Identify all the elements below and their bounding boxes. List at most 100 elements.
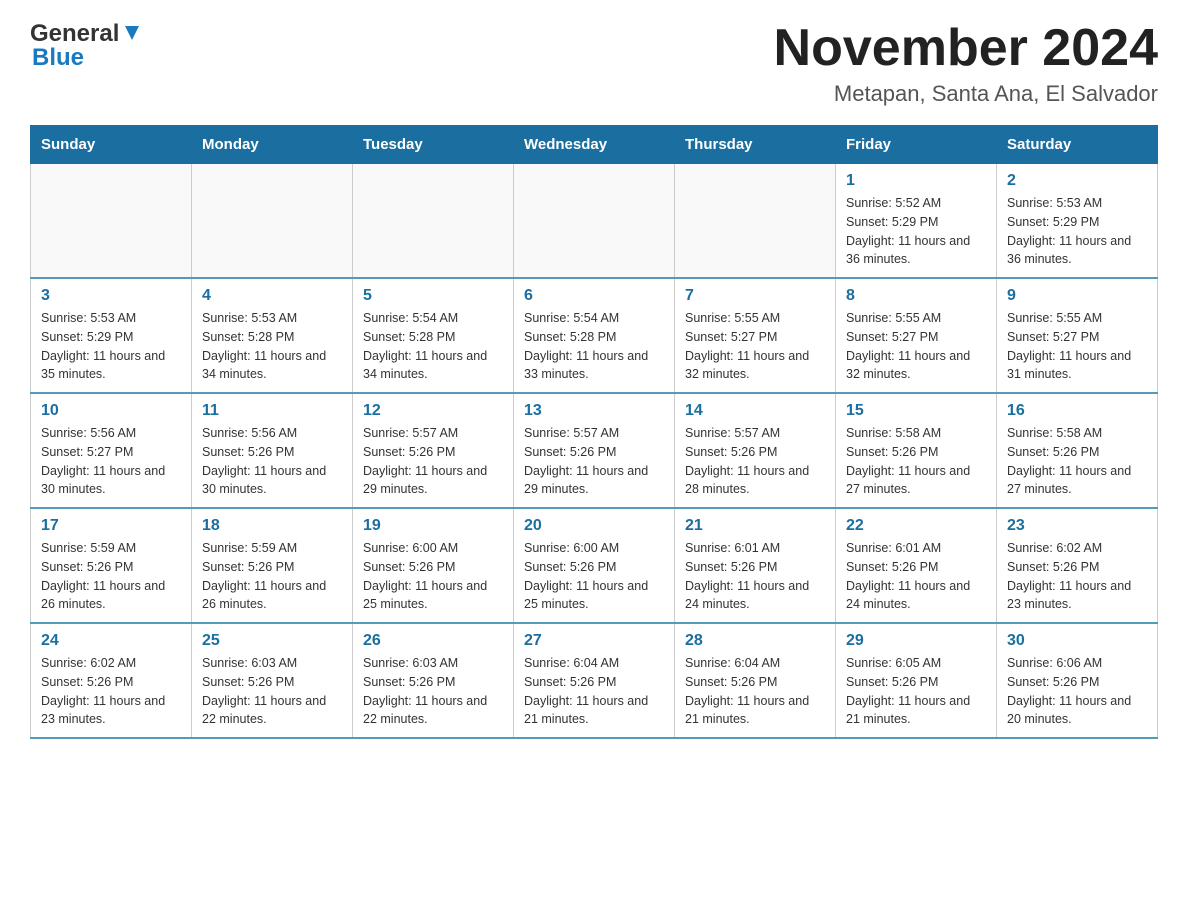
day-number: 30 xyxy=(1007,632,1147,650)
day-info: Sunrise: 5:53 AM Sunset: 5:28 PM Dayligh… xyxy=(202,309,342,384)
calendar-day-header: Saturday xyxy=(997,126,1158,164)
calendar-day-cell: 2 Sunrise: 5:53 AM Sunset: 5:29 PM Daylig… xyxy=(997,164,1158,279)
day-info: Sunrise: 5:57 AM Sunset: 5:26 PM Dayligh… xyxy=(524,424,664,499)
calendar-day-cell: 8 Sunrise: 5:55 AM Sunset: 5:27 PM Daylig… xyxy=(836,278,997,393)
calendar-day-cell: 14 Sunrise: 5:57 AM Sunset: 5:26 PM Dayli… xyxy=(675,393,836,508)
day-number: 27 xyxy=(524,632,664,650)
calendar-day-cell: 18Sunrise: 5:59 AM Sunset: 5:26 PM Dayli… xyxy=(192,508,353,623)
calendar-day-cell: 19Sunrise: 6:00 AM Sunset: 5:26 PM Dayli… xyxy=(353,508,514,623)
day-info: Sunrise: 6:01 AM Sunset: 5:26 PM Dayligh… xyxy=(685,539,825,614)
day-number: 11 xyxy=(202,402,342,420)
day-info: Sunrise: 6:04 AM Sunset: 5:26 PM Dayligh… xyxy=(685,654,825,729)
day-number: 29 xyxy=(846,632,986,650)
day-number: 14 xyxy=(685,402,825,420)
day-info: Sunrise: 6:01 AM Sunset: 5:26 PM Dayligh… xyxy=(846,539,986,614)
calendar-day-cell: 22 Sunrise: 6:01 AM Sunset: 5:26 PM Dayli… xyxy=(836,508,997,623)
day-number: 7 xyxy=(685,287,825,305)
calendar-day-cell: 6Sunrise: 5:54 AM Sunset: 5:28 PM Daylig… xyxy=(514,278,675,393)
day-number: 25 xyxy=(202,632,342,650)
day-info: Sunrise: 5:56 AM Sunset: 5:26 PM Dayligh… xyxy=(202,424,342,499)
calendar-day-cell: 4 Sunrise: 5:53 AM Sunset: 5:28 PM Daylig… xyxy=(192,278,353,393)
day-info: Sunrise: 5:58 AM Sunset: 5:26 PM Dayligh… xyxy=(846,424,986,499)
calendar-header-row: SundayMondayTuesdayWednesdayThursdayFrid… xyxy=(31,126,1158,164)
day-info: Sunrise: 5:59 AM Sunset: 5:26 PM Dayligh… xyxy=(202,539,342,614)
day-info: Sunrise: 6:03 AM Sunset: 5:26 PM Dayligh… xyxy=(202,654,342,729)
day-number: 20 xyxy=(524,517,664,535)
calendar-day-cell: 12 Sunrise: 5:57 AM Sunset: 5:26 PM Dayli… xyxy=(353,393,514,508)
day-number: 21 xyxy=(685,517,825,535)
day-number: 22 xyxy=(846,517,986,535)
calendar-day-cell: 1 Sunrise: 5:52 AM Sunset: 5:29 PM Daylig… xyxy=(836,164,997,279)
calendar-table: SundayMondayTuesdayWednesdayThursdayFrid… xyxy=(30,125,1158,739)
calendar-day-cell: 7 Sunrise: 5:55 AM Sunset: 5:27 PM Daylig… xyxy=(675,278,836,393)
day-info: Sunrise: 6:04 AM Sunset: 5:26 PM Dayligh… xyxy=(524,654,664,729)
day-info: Sunrise: 5:57 AM Sunset: 5:26 PM Dayligh… xyxy=(363,424,503,499)
calendar-day-cell xyxy=(192,164,353,279)
calendar-day-cell: 21 Sunrise: 6:01 AM Sunset: 5:26 PM Dayli… xyxy=(675,508,836,623)
day-info: Sunrise: 5:55 AM Sunset: 5:27 PM Dayligh… xyxy=(685,309,825,384)
day-number: 16 xyxy=(1007,402,1147,420)
day-info: Sunrise: 6:06 AM Sunset: 5:26 PM Dayligh… xyxy=(1007,654,1147,729)
day-info: Sunrise: 6:02 AM Sunset: 5:26 PM Dayligh… xyxy=(41,654,181,729)
day-number: 23 xyxy=(1007,517,1147,535)
day-number: 9 xyxy=(1007,287,1147,305)
day-number: 5 xyxy=(363,287,503,305)
day-number: 1 xyxy=(846,172,986,190)
calendar-day-header: Monday xyxy=(192,126,353,164)
day-info: Sunrise: 5:56 AM Sunset: 5:27 PM Dayligh… xyxy=(41,424,181,499)
calendar-day-cell: 23 Sunrise: 6:02 AM Sunset: 5:26 PM Dayli… xyxy=(997,508,1158,623)
day-number: 15 xyxy=(846,402,986,420)
calendar-day-cell xyxy=(31,164,192,279)
day-info: Sunrise: 5:53 AM Sunset: 5:29 PM Dayligh… xyxy=(41,309,181,384)
calendar-day-header: Friday xyxy=(836,126,997,164)
calendar-day-cell: 16 Sunrise: 5:58 AM Sunset: 5:26 PM Dayli… xyxy=(997,393,1158,508)
day-number: 8 xyxy=(846,287,986,305)
day-number: 10 xyxy=(41,402,181,420)
calendar-day-cell: 26 Sunrise: 6:03 AM Sunset: 5:26 PM Dayli… xyxy=(353,623,514,738)
calendar-day-cell xyxy=(675,164,836,279)
page-header: General Blue November 2024 Metapan, Sant… xyxy=(30,20,1158,107)
day-info: Sunrise: 5:55 AM Sunset: 5:27 PM Dayligh… xyxy=(846,309,986,384)
calendar-day-header: Thursday xyxy=(675,126,836,164)
calendar-day-cell: 17 Sunrise: 5:59 AM Sunset: 5:26 PM Dayli… xyxy=(31,508,192,623)
day-info: Sunrise: 6:00 AM Sunset: 5:26 PM Dayligh… xyxy=(363,539,503,614)
calendar-day-cell: 20 Sunrise: 6:00 AM Sunset: 5:26 PM Dayli… xyxy=(514,508,675,623)
calendar-subtitle: Metapan, Santa Ana, El Salvador xyxy=(774,81,1158,107)
calendar-day-cell xyxy=(514,164,675,279)
calendar-day-cell: 13 Sunrise: 5:57 AM Sunset: 5:26 PM Dayli… xyxy=(514,393,675,508)
calendar-week-row: 3Sunrise: 5:53 AM Sunset: 5:29 PM Daylig… xyxy=(31,278,1158,393)
calendar-title: November 2024 xyxy=(774,20,1158,77)
calendar-day-cell xyxy=(353,164,514,279)
day-info: Sunrise: 5:53 AM Sunset: 5:29 PM Dayligh… xyxy=(1007,194,1147,269)
calendar-day-header: Wednesday xyxy=(514,126,675,164)
logo-arrow-icon xyxy=(121,22,143,44)
day-number: 12 xyxy=(363,402,503,420)
calendar-day-cell: 11 Sunrise: 5:56 AM Sunset: 5:26 PM Dayli… xyxy=(192,393,353,508)
day-info: Sunrise: 6:00 AM Sunset: 5:26 PM Dayligh… xyxy=(524,539,664,614)
day-info: Sunrise: 5:57 AM Sunset: 5:26 PM Dayligh… xyxy=(685,424,825,499)
day-info: Sunrise: 6:02 AM Sunset: 5:26 PM Dayligh… xyxy=(1007,539,1147,614)
calendar-week-row: 1 Sunrise: 5:52 AM Sunset: 5:29 PM Daylig… xyxy=(31,164,1158,279)
calendar-day-cell: 3Sunrise: 5:53 AM Sunset: 5:29 PM Daylig… xyxy=(31,278,192,393)
day-info: Sunrise: 6:03 AM Sunset: 5:26 PM Dayligh… xyxy=(363,654,503,729)
calendar-day-cell: 27 Sunrise: 6:04 AM Sunset: 5:26 PM Dayli… xyxy=(514,623,675,738)
day-number: 4 xyxy=(202,287,342,305)
calendar-day-cell: 9Sunrise: 5:55 AM Sunset: 5:27 PM Daylig… xyxy=(997,278,1158,393)
day-info: Sunrise: 5:58 AM Sunset: 5:26 PM Dayligh… xyxy=(1007,424,1147,499)
day-info: Sunrise: 6:05 AM Sunset: 5:26 PM Dayligh… xyxy=(846,654,986,729)
calendar-day-cell: 30 Sunrise: 6:06 AM Sunset: 5:26 PM Dayli… xyxy=(997,623,1158,738)
day-number: 17 xyxy=(41,517,181,535)
logo: General Blue xyxy=(30,20,143,72)
day-number: 26 xyxy=(363,632,503,650)
day-number: 28 xyxy=(685,632,825,650)
calendar-day-cell: 28 Sunrise: 6:04 AM Sunset: 5:26 PM Dayli… xyxy=(675,623,836,738)
calendar-day-cell: 25 Sunrise: 6:03 AM Sunset: 5:26 PM Dayli… xyxy=(192,623,353,738)
day-number: 13 xyxy=(524,402,664,420)
day-info: Sunrise: 5:54 AM Sunset: 5:28 PM Dayligh… xyxy=(524,309,664,384)
calendar-week-row: 17 Sunrise: 5:59 AM Sunset: 5:26 PM Dayli… xyxy=(31,508,1158,623)
calendar-day-cell: 10 Sunrise: 5:56 AM Sunset: 5:27 PM Dayli… xyxy=(31,393,192,508)
calendar-day-cell: 29 Sunrise: 6:05 AM Sunset: 5:26 PM Dayli… xyxy=(836,623,997,738)
day-info: Sunrise: 5:59 AM Sunset: 5:26 PM Dayligh… xyxy=(41,539,181,614)
day-info: Sunrise: 5:52 AM Sunset: 5:29 PM Dayligh… xyxy=(846,194,986,269)
day-number: 2 xyxy=(1007,172,1147,190)
